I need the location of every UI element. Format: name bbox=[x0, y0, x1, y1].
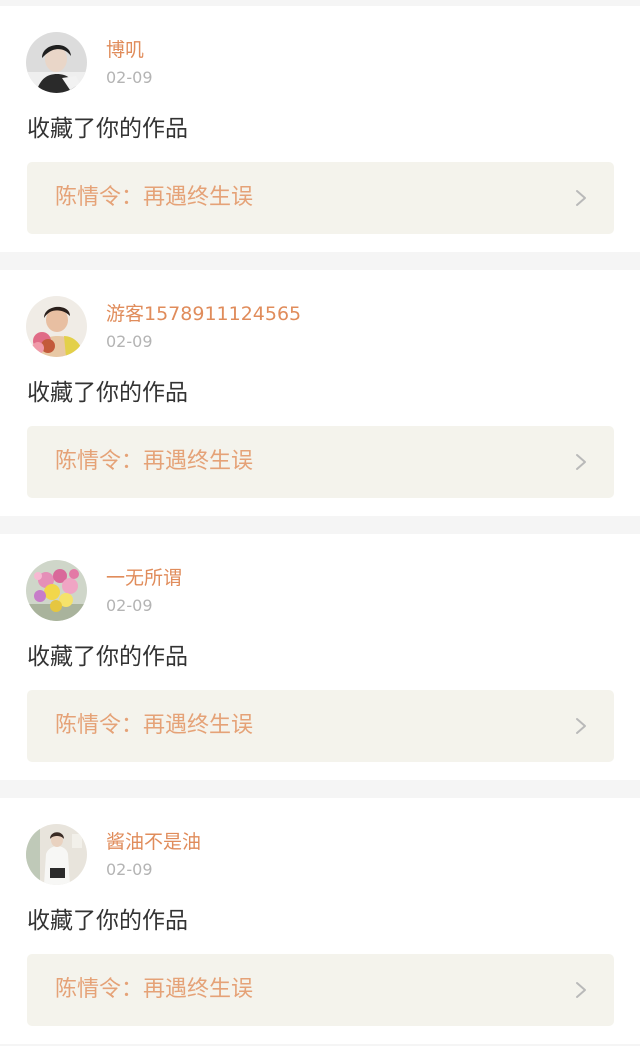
timestamp: 02-09 bbox=[106, 68, 153, 87]
work-link[interactable]: 陈情令：再遇终生误 bbox=[27, 426, 614, 498]
work-title: 陈情令：再遇终生误 bbox=[55, 977, 254, 1002]
notification-card: 博叽 02-09 收藏了你的作品 陈情令：再遇终生误 bbox=[0, 6, 640, 252]
timestamp: 02-09 bbox=[106, 596, 153, 615]
person-light-outfit-icon bbox=[26, 824, 87, 885]
user-avatar[interactable] bbox=[26, 560, 87, 621]
action-text: 收藏了你的作品 bbox=[27, 908, 188, 934]
username[interactable]: 博叽 bbox=[106, 38, 144, 62]
timestamp: 02-09 bbox=[106, 860, 153, 879]
notification-card: 一无所谓 02-09 收藏了你的作品 陈情令：再遇终生误 bbox=[0, 534, 640, 780]
user-avatar[interactable] bbox=[26, 824, 87, 885]
work-title: 陈情令：再遇终生误 bbox=[55, 713, 254, 738]
user-avatar[interactable] bbox=[26, 32, 87, 93]
person-dark-hair-icon bbox=[26, 32, 87, 93]
flower-bouquet-icon bbox=[26, 560, 87, 621]
notification-card: 酱油不是油 02-09 收藏了你的作品 陈情令：再遇终生误 bbox=[0, 798, 640, 1044]
person-flowers-icon bbox=[26, 296, 87, 357]
chevron-right-icon bbox=[576, 454, 586, 470]
action-text: 收藏了你的作品 bbox=[27, 116, 188, 142]
user-avatar[interactable] bbox=[26, 296, 87, 357]
work-title: 陈情令：再遇终生误 bbox=[55, 185, 254, 210]
notification-feed: 博叽 02-09 收藏了你的作品 陈情令：再遇终生误 游客15789111245… bbox=[0, 6, 640, 1044]
work-title: 陈情令：再遇终生误 bbox=[55, 449, 254, 474]
chevron-right-icon bbox=[576, 982, 586, 998]
chevron-right-icon bbox=[576, 718, 586, 734]
username[interactable]: 一无所谓 bbox=[106, 566, 182, 590]
username[interactable]: 游客1578911124565 bbox=[106, 302, 301, 326]
work-link[interactable]: 陈情令：再遇终生误 bbox=[27, 162, 614, 234]
timestamp: 02-09 bbox=[106, 332, 153, 351]
chevron-right-icon bbox=[576, 190, 586, 206]
username[interactable]: 酱油不是油 bbox=[106, 830, 201, 854]
work-link[interactable]: 陈情令：再遇终生误 bbox=[27, 954, 614, 1026]
action-text: 收藏了你的作品 bbox=[27, 644, 188, 670]
action-text: 收藏了你的作品 bbox=[27, 380, 188, 406]
work-link[interactable]: 陈情令：再遇终生误 bbox=[27, 690, 614, 762]
notification-card: 游客1578911124565 02-09 收藏了你的作品 陈情令：再遇终生误 bbox=[0, 270, 640, 516]
